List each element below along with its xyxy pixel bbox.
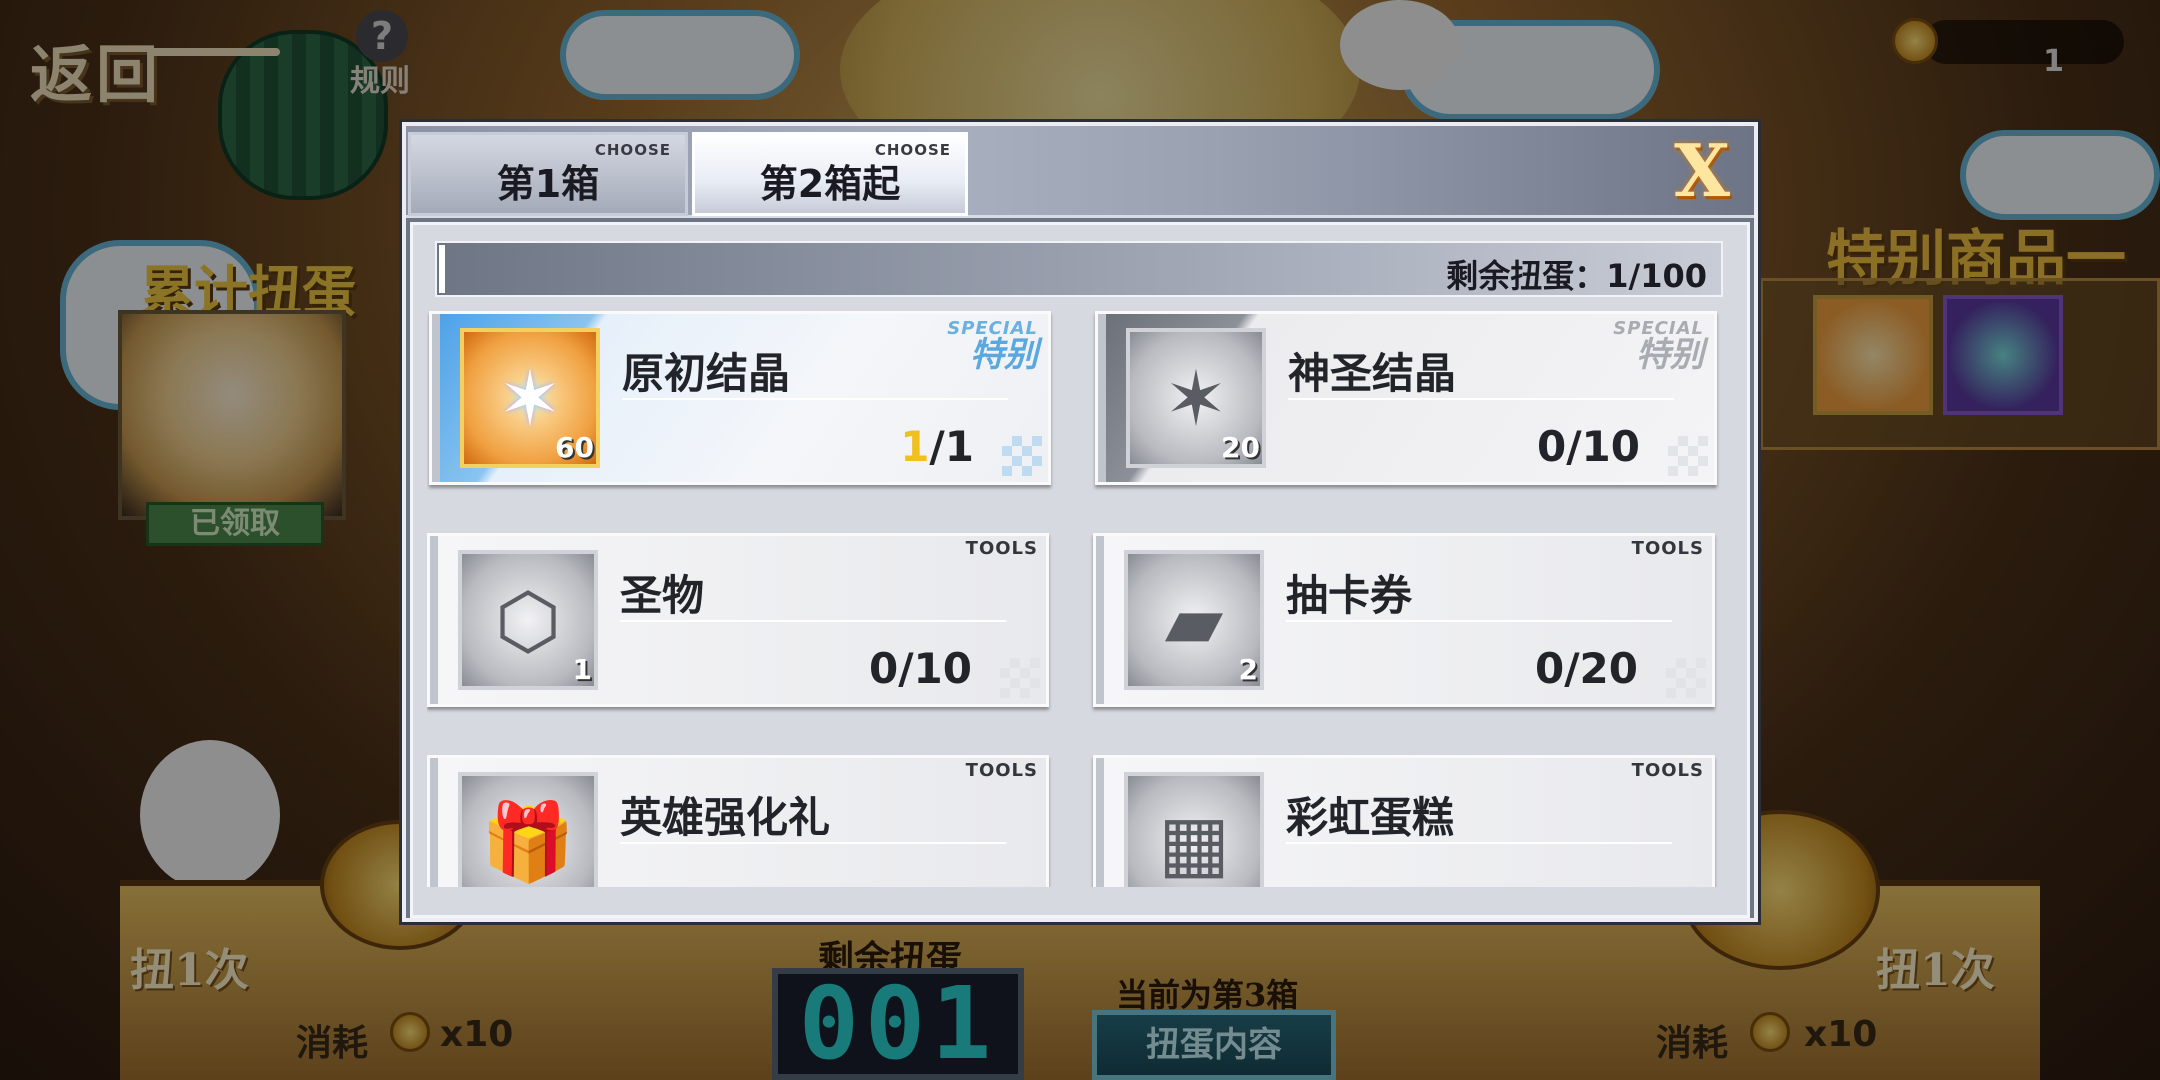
primal-crystal-icon: ✶ 60 [460,328,600,468]
rainbow-cake-icon: ▦ [1124,772,1264,887]
remaining-bar: 剩余扭蛋：1/100 [435,241,1723,297]
item-count: 0/20 [1534,644,1638,693]
divider [1286,620,1672,622]
card-stripe [430,536,438,704]
tab-label: 第2箱起 [759,162,901,206]
modal-body: 剩余扭蛋：1/100 ✶ 60 原初结晶 SPECIAL 特别 1/1 ✶ 20… [410,222,1750,918]
tab-label: 第1箱 [496,162,600,206]
card-stripe [432,314,440,482]
item-count-total: /1 [929,422,974,471]
checker-decoration [1666,658,1706,698]
divider [1286,842,1672,844]
divider [620,842,1006,844]
item-name: 抽卡券 [1286,571,1413,620]
item-name: 英雄强化礼 [620,793,831,842]
list-item[interactable]: ▰ 2 抽卡券 TOOLS 0/20 [1093,533,1715,707]
tools-badge: TOOLS [965,538,1038,559]
item-count-owned: 1 [900,422,930,471]
list-item[interactable]: ✶ 20 神圣结晶 SPECIAL 特别 0/10 [1095,311,1717,485]
divider [622,398,1008,400]
checker-decoration [1000,658,1040,698]
special-badge-zh: 特别 [970,335,1038,375]
remaining-pulls-text: 剩余扭蛋：1/100 [1446,257,1707,295]
hero-gift-box-icon: 🎁 [458,772,598,887]
tab-box-1[interactable]: CHOOSE 第1箱 [408,132,688,216]
card-stripe [1098,314,1106,482]
item-count: 0/10 [868,644,972,693]
item-name: 彩虹蛋糕 [1286,793,1455,842]
gacha-content-modal: CHOOSE 第1箱 CHOOSE 第2箱起 X 剩余扭蛋：1/100 ✶ 60… [402,122,1758,922]
special-badge-zh: 特别 [1636,335,1704,375]
special-badge: SPECIAL 特别 [1613,318,1704,375]
list-item[interactable]: ▦ 彩虹蛋糕 TOOLS [1093,755,1715,887]
card-stripe [1096,536,1104,704]
relic-hexagon-icon: ⬡ 1 [458,550,598,690]
item-list[interactable]: ✶ 60 原初结晶 SPECIAL 特别 1/1 ✶ 20 神圣结晶 SPECI… [427,311,1737,887]
icon-glyph: 🎁 [480,797,576,886]
item-name: 原初结晶 [622,349,791,398]
tab-box-2-onward[interactable]: CHOOSE 第2箱起 [692,132,968,216]
special-badge: SPECIAL 特别 [947,318,1038,375]
list-item[interactable]: 🎁 英雄强化礼 TOOLS [427,755,1049,887]
card-stripe [430,758,438,887]
item-quantity: 20 [1221,431,1260,464]
close-button[interactable]: X [1670,135,1734,207]
item-quantity: 1 [572,653,592,686]
item-count: 1/1 [900,422,974,471]
list-item[interactable]: ✶ 60 原初结晶 SPECIAL 特别 1/1 [429,311,1051,485]
checker-decoration [1002,436,1042,476]
item-count: 0/10 [1536,422,1640,471]
item-quantity: 2 [1238,653,1258,686]
icon-glyph: ▦ [1158,797,1230,887]
item-name: 神圣结晶 [1288,349,1457,398]
item-quantity: 60 [555,431,594,464]
draw-ticket-icon: ▰ 2 [1124,550,1264,690]
divider [620,620,1006,622]
tools-badge: TOOLS [1631,760,1704,781]
item-name: 圣物 [620,571,705,620]
divider [1288,398,1674,400]
card-stripe [1096,758,1104,887]
list-item[interactable]: ⬡ 1 圣物 TOOLS 0/10 [427,533,1049,707]
checker-decoration [1668,436,1708,476]
tools-badge: TOOLS [1631,538,1704,559]
modal-header: CHOOSE 第1箱 CHOOSE 第2箱起 X [406,126,1754,218]
tools-badge: TOOLS [965,760,1038,781]
holy-crystal-icon: ✶ 20 [1126,328,1266,468]
